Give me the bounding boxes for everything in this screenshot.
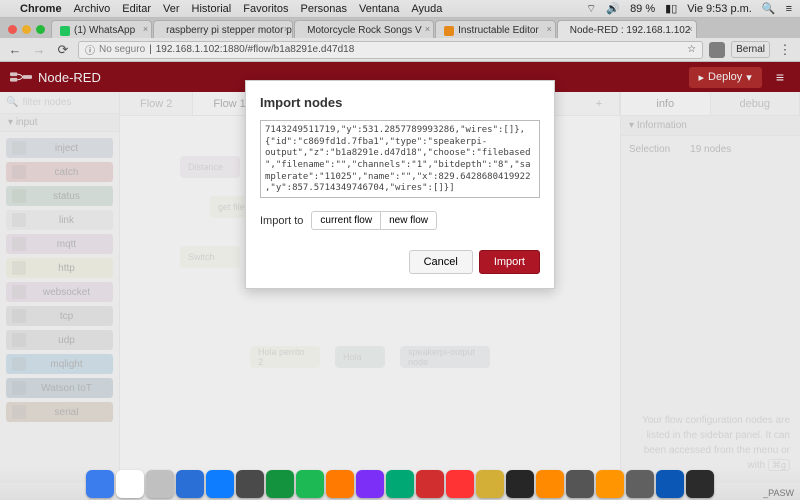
dock-app-icon[interactable]	[206, 470, 234, 498]
dock-app-icon[interactable]	[416, 470, 444, 498]
dock-app-icon[interactable]	[476, 470, 504, 498]
dock-app-icon[interactable]	[296, 470, 324, 498]
import-button[interactable]: Import	[479, 250, 540, 274]
mac-dock	[0, 466, 800, 500]
dock-app-icon[interactable]	[536, 470, 564, 498]
import-to-current-flow[interactable]: current flow	[311, 211, 381, 230]
dock-app-icon[interactable]	[506, 470, 534, 498]
dock-app-icon[interactable]	[596, 470, 624, 498]
dialog-title: Import nodes	[260, 95, 540, 110]
dock-app-icon[interactable]	[236, 470, 264, 498]
dock-app-icon[interactable]	[86, 470, 114, 498]
dock-app-icon[interactable]	[356, 470, 384, 498]
import-to-label: Import to	[260, 215, 303, 227]
import-json-textarea[interactable]	[260, 120, 540, 198]
dock-app-icon[interactable]	[146, 470, 174, 498]
dock-app-icon[interactable]	[566, 470, 594, 498]
dock-app-icon[interactable]	[176, 470, 204, 498]
dock-app-icon[interactable]	[266, 470, 294, 498]
dock-app-icon[interactable]	[116, 470, 144, 498]
dock-app-icon[interactable]	[446, 470, 474, 498]
import-to-new-flow[interactable]: new flow	[381, 211, 437, 230]
modal-overlay: Import nodes Import to current flow new …	[0, 0, 800, 500]
cancel-button[interactable]: Cancel	[409, 250, 473, 274]
dock-app-icon[interactable]	[626, 470, 654, 498]
dock-app-icon[interactable]	[326, 470, 354, 498]
dock-app-icon[interactable]	[386, 470, 414, 498]
dock-app-icon[interactable]	[686, 470, 714, 498]
dock-app-icon[interactable]	[656, 470, 684, 498]
status-right: _PASW	[763, 488, 794, 498]
import-nodes-dialog: Import nodes Import to current flow new …	[245, 80, 555, 289]
